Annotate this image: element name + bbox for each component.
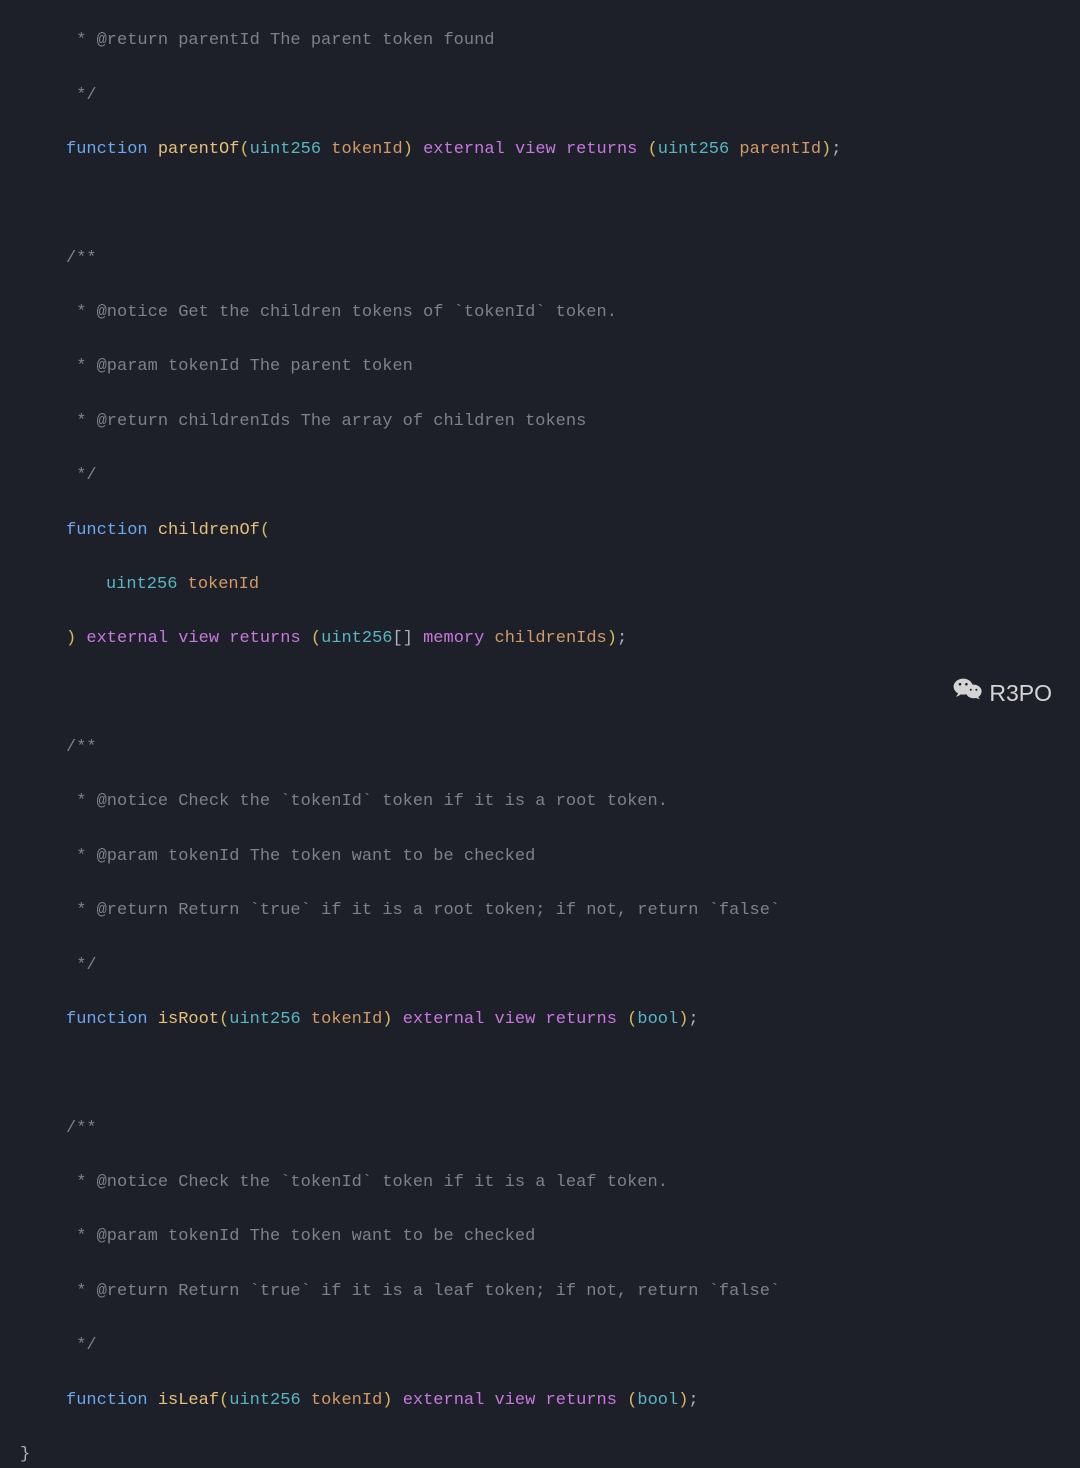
code-blank <box>20 190 1060 217</box>
code-line: * @param tokenId The parent token <box>20 353 1060 380</box>
code-line: /** <box>20 245 1060 272</box>
code-line: */ <box>20 82 1060 109</box>
code-line: function isLeaf(uint256 tokenId) externa… <box>20 1387 1060 1414</box>
code-line: * @notice Get the children tokens of `to… <box>20 299 1060 326</box>
code-blank <box>20 680 1060 707</box>
code-line: * @return parentId The parent token foun… <box>20 27 1060 54</box>
code-blank <box>20 1060 1060 1087</box>
code-line: * @notice Check the `tokenId` token if i… <box>20 1169 1060 1196</box>
code-line: */ <box>20 952 1060 979</box>
code-line: function isRoot(uint256 tokenId) externa… <box>20 1006 1060 1033</box>
code-line: function childrenOf( <box>20 517 1060 544</box>
code-line: uint256 tokenId <box>20 571 1060 598</box>
code-line: /** <box>20 734 1060 761</box>
code-line: * @notice Check the `tokenId` token if i… <box>20 788 1060 815</box>
code-line: } <box>20 1441 1060 1468</box>
code-line: function parentOf(uint256 tokenId) exter… <box>20 136 1060 163</box>
code-line: * @return Return `true` if it is a root … <box>20 897 1060 924</box>
code-line: * @param tokenId The token want to be ch… <box>20 1223 1060 1250</box>
code-line: */ <box>20 462 1060 489</box>
code-line: ) external view returns (uint256[] memor… <box>20 625 1060 652</box>
code-line: * @param tokenId The token want to be ch… <box>20 843 1060 870</box>
code-line: * @return childrenIds The array of child… <box>20 408 1060 435</box>
code-block: * @return parentId The parent token foun… <box>0 0 1080 1468</box>
code-line: /** <box>20 1115 1060 1142</box>
code-line: * @return Return `true` if it is a leaf … <box>20 1278 1060 1305</box>
wechat-icon <box>953 675 983 712</box>
code-line: */ <box>20 1332 1060 1359</box>
watermark: R3PO <box>953 675 1052 712</box>
watermark-text: R3PO <box>989 675 1052 712</box>
